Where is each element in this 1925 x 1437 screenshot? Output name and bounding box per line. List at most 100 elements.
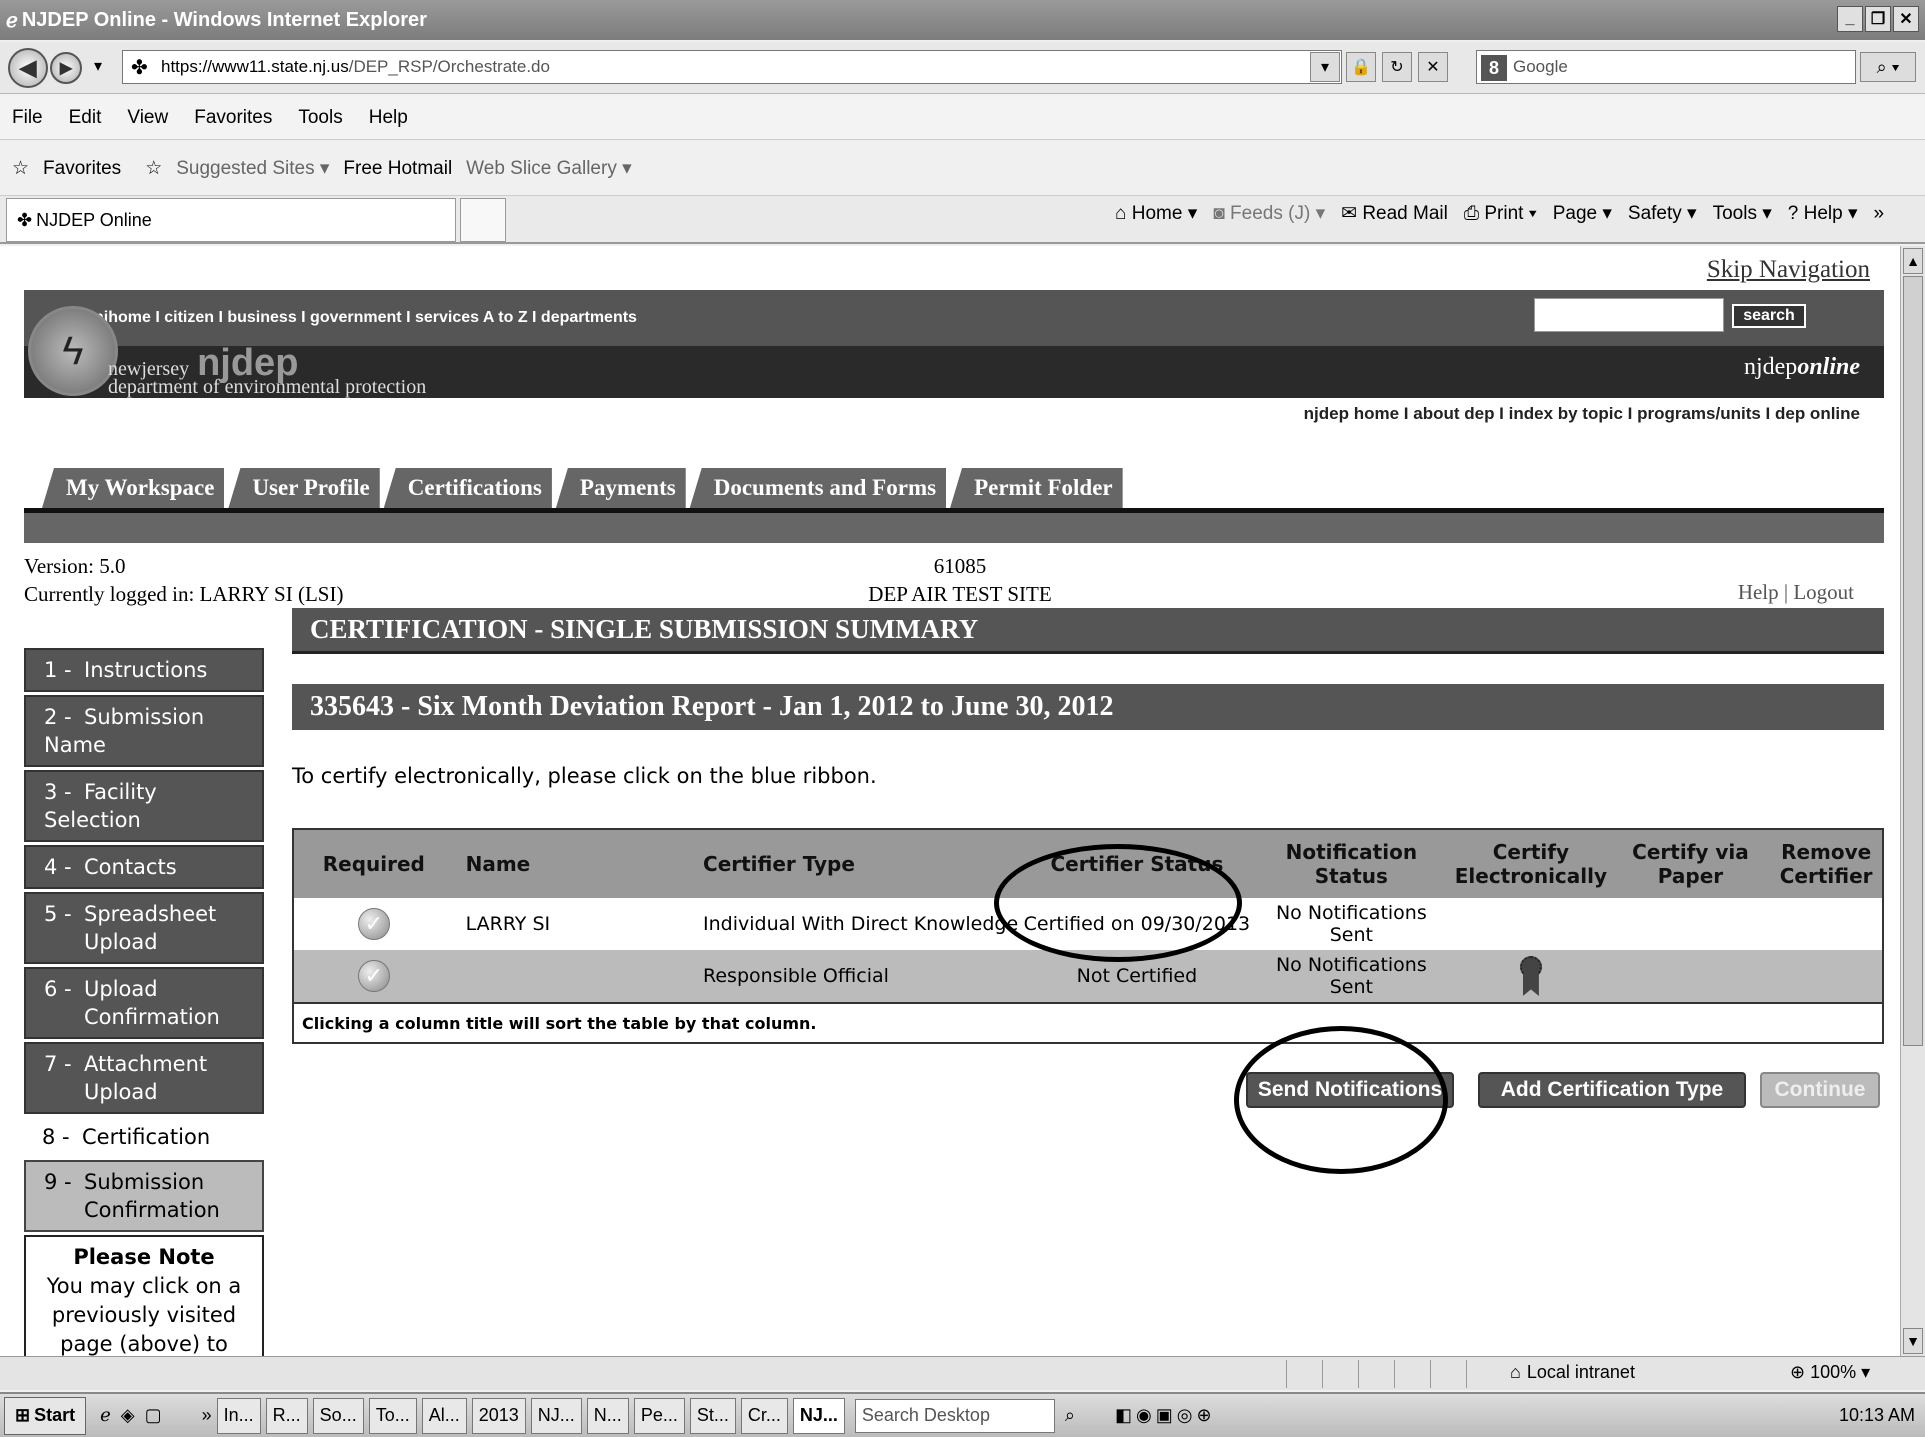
home-button[interactable]: ⌂ Home ▾ xyxy=(1115,202,1197,225)
taskbar-item[interactable]: So... xyxy=(312,1397,364,1434)
favorites-button[interactable]: Favorites xyxy=(43,158,121,180)
tab-my-workspace[interactable]: My Workspace xyxy=(42,468,225,508)
tray-icon[interactable]: ⊕ xyxy=(1196,1405,1211,1426)
page-menu[interactable]: Page ▾ xyxy=(1553,202,1612,225)
step-upload-confirmation[interactable]: 6 - Upload Confirmation xyxy=(24,967,264,1039)
quick-launch-icon[interactable]: ▢ xyxy=(145,1405,162,1426)
scroll-down-icon[interactable]: ▼ xyxy=(1903,1328,1923,1354)
tab-user-profile[interactable]: User Profile xyxy=(228,468,380,508)
history-dropdown-icon[interactable]: ▾ xyxy=(94,56,102,76)
search-desktop-icon[interactable]: ⌕ xyxy=(1065,1405,1075,1426)
safety-menu[interactable]: Safety ▾ xyxy=(1628,202,1697,225)
agency-links[interactable]: njdep home I about dep I index by topic … xyxy=(1304,404,1860,424)
menu-tools[interactable]: Tools xyxy=(298,107,342,129)
tray-icon[interactable]: ◧ xyxy=(1115,1405,1132,1426)
tray-icon[interactable]: ◎ xyxy=(1177,1405,1193,1426)
web-slice-gallery-link[interactable]: Web Slice Gallery ▾ xyxy=(466,157,631,180)
taskbar-item[interactable]: To... xyxy=(368,1397,417,1434)
blue-ribbon-icon[interactable] xyxy=(1519,956,1542,996)
taskbar-item[interactable]: In... xyxy=(216,1397,261,1434)
taskbar-item-active[interactable]: NJ... xyxy=(792,1397,845,1434)
tray-icon[interactable]: ▣ xyxy=(1156,1405,1173,1426)
col-certifier-type[interactable]: Certifier Type xyxy=(693,830,1022,898)
step-instructions[interactable]: 1 - Instructions xyxy=(24,648,264,692)
search-go-icon[interactable]: ⌕ ▾ xyxy=(1860,52,1916,82)
menu-view[interactable]: View xyxy=(127,107,168,129)
more-commands-icon[interactable]: » xyxy=(1874,203,1885,225)
col-notification-status[interactable]: Notification Status xyxy=(1252,830,1451,898)
col-certify-via-paper[interactable]: Certify via Paper xyxy=(1611,830,1771,898)
taskbar-item[interactable]: Cr... xyxy=(740,1397,788,1434)
step-submission-name[interactable]: 2 - Submission Name xyxy=(24,695,264,767)
taskbar-item[interactable]: Pe... xyxy=(633,1397,685,1434)
add-favorite-icon[interactable]: ☆ xyxy=(145,157,162,180)
taskbar-item[interactable]: 2013 xyxy=(471,1397,526,1434)
taskbar-item[interactable]: N... xyxy=(586,1397,629,1434)
tab-permit-folder[interactable]: Permit Folder xyxy=(950,468,1123,508)
quick-launch-ie-icon[interactable]: ℯ xyxy=(100,1405,111,1426)
search-box[interactable]: 8 Google xyxy=(1476,50,1856,84)
tools-menu[interactable]: Tools ▾ xyxy=(1713,202,1772,225)
menu-file[interactable]: File xyxy=(12,107,43,129)
back-button[interactable]: ◀ xyxy=(8,48,48,88)
step-spreadsheet-upload[interactable]: 5 - Spreadsheet Upload xyxy=(24,892,264,964)
url-domain: https://www11.state.nj.us xyxy=(161,57,349,76)
step-contacts[interactable]: 4 - Contacts xyxy=(24,845,264,889)
menu-help[interactable]: Help xyxy=(369,107,408,129)
lock-icon[interactable]: 🔒 xyxy=(1346,52,1376,82)
url-path: /DEP_RSP/Orchestrate.do xyxy=(348,57,550,76)
quick-launch-more-icon[interactable]: » xyxy=(202,1405,212,1426)
tab-payments[interactable]: Payments xyxy=(555,468,686,508)
vertical-scrollbar[interactable]: ▲ ▼ xyxy=(1900,246,1925,1356)
close-window-button[interactable]: ✕ xyxy=(1893,6,1919,32)
tab-documents-and-forms[interactable]: Documents and Forms xyxy=(689,468,947,508)
new-tab-button[interactable] xyxy=(460,198,506,242)
help-logout-links[interactable]: Help | Logout xyxy=(1738,580,1854,605)
skip-navigation-link[interactable]: Skip Navigation xyxy=(1707,256,1870,284)
certify-electronically-cell xyxy=(1451,950,1611,1002)
stop-icon[interactable]: ✕ xyxy=(1418,52,1448,82)
scroll-up-icon[interactable]: ▲ xyxy=(1903,248,1923,274)
read-mail-button[interactable]: ✉ Read Mail xyxy=(1341,202,1448,225)
zoom-level[interactable]: ⊕ 100% ▾ xyxy=(1790,1362,1870,1383)
tab-certifications[interactable]: Certifications xyxy=(383,468,552,508)
taskbar-item[interactable]: St... xyxy=(689,1397,736,1434)
col-certify-electronically[interactable]: Certify Electronically xyxy=(1451,830,1611,898)
forward-button[interactable]: ▶ xyxy=(50,52,82,84)
col-name[interactable]: Name xyxy=(454,830,693,898)
minimize-button[interactable]: _ xyxy=(1837,6,1863,32)
help-menu[interactable]: ? Help ▾ xyxy=(1788,202,1858,225)
print-button[interactable]: ⎙ Print ▾ xyxy=(1464,203,1537,225)
col-remove-certifier[interactable]: Remove Certifier xyxy=(1770,830,1882,898)
col-required[interactable]: Required xyxy=(294,830,454,898)
feeds-button[interactable]: ◙ Feeds (J) ▾ xyxy=(1213,202,1325,225)
security-zone[interactable]: ⌂ Local intranet xyxy=(1510,1362,1635,1383)
tray-icon[interactable]: ◉ xyxy=(1136,1405,1152,1426)
step-facility-selection[interactable]: 3 - Facility Selection xyxy=(24,770,264,842)
taskbar-item[interactable]: Al... xyxy=(421,1397,467,1434)
favorites-bar: ☆ Favorites ☆ Suggested Sites ▾ Free Hot… xyxy=(0,142,1925,196)
url-field[interactable]: ✤ https://www11.state.nj.us/DEP_RSP/Orch… xyxy=(122,50,1342,84)
add-certification-type-button[interactable]: Add Certification Type xyxy=(1478,1072,1746,1108)
brand-suffix: online xyxy=(1797,354,1860,380)
hotmail-link[interactable]: Free Hotmail xyxy=(343,158,452,180)
menu-edit[interactable]: Edit xyxy=(69,107,102,129)
step-attachment-upload[interactable]: 7 - Attachment Upload xyxy=(24,1042,264,1114)
taskbar-item[interactable]: R... xyxy=(265,1397,308,1434)
certify-electronically-cell xyxy=(1451,898,1611,950)
site-search-input[interactable] xyxy=(1534,298,1724,332)
suggested-sites-link[interactable]: Suggested Sites ▾ xyxy=(176,157,329,180)
url-dropdown-icon[interactable]: ▾ xyxy=(1310,52,1340,82)
refresh-icon[interactable]: ↻ xyxy=(1382,52,1412,82)
quick-launch-icon[interactable]: ◈ xyxy=(121,1405,135,1426)
scroll-thumb[interactable] xyxy=(1903,276,1923,1046)
windows-logo-icon: ⊞ xyxy=(15,1405,31,1425)
browser-tab[interactable]: ✤ NJDEP Online xyxy=(6,198,456,242)
search-desktop-input[interactable]: Search Desktop xyxy=(854,1398,1055,1433)
start-button[interactable]: ⊞ Start xyxy=(4,1396,87,1435)
site-search-button[interactable]: search xyxy=(1732,304,1806,328)
taskbar-item[interactable]: NJ... xyxy=(530,1397,582,1434)
restore-button[interactable]: ❐ xyxy=(1865,6,1891,32)
menu-favorites[interactable]: Favorites xyxy=(194,107,272,129)
address-bar: ◀ ▶ ▾ ✤ https://www11.state.nj.us/DEP_RS… xyxy=(0,42,1925,94)
